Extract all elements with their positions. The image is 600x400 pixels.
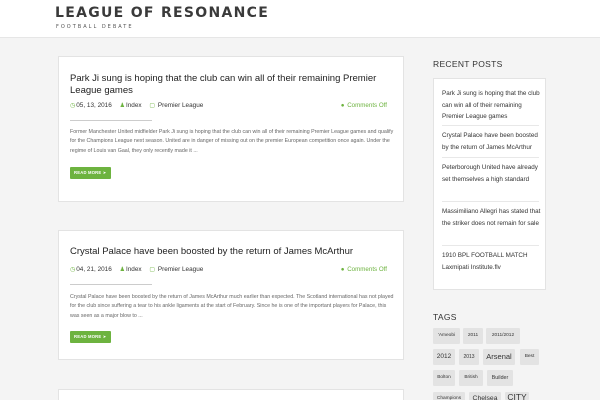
post-author[interactable]: ♟Index (120, 266, 142, 273)
tag-link[interactable]: 2011 (463, 328, 483, 344)
post-comments-text[interactable]: Comments Off (347, 102, 387, 109)
tag-link[interactable]: Champions (433, 392, 465, 400)
recent-post-separator (442, 245, 539, 246)
tag-link[interactable]: Bolton (433, 370, 455, 386)
post-category-text[interactable]: Premier League (158, 102, 203, 109)
post-meta: ◷04, 21, 2016 ♟Index ▢ Premier League (70, 266, 209, 273)
recent-post-link[interactable]: 1910 BPL FOOTBALL MATCH Laxmipati Instit… (442, 250, 542, 273)
recent-post-link[interactable]: Peterborough United have already set the… (442, 162, 542, 185)
post-date: ◷04, 21, 2016 (70, 266, 112, 273)
clock-icon: ◷ (70, 103, 76, 109)
post-title[interactable]: Crystal Palace have been boosted by the … (70, 246, 400, 258)
recent-posts-heading: RECENT POSTS (433, 59, 503, 69)
clock-icon: ◷ (70, 267, 76, 273)
tag-link[interactable]: Arsenal (483, 349, 515, 365)
tag-link[interactable]: Builder (487, 370, 513, 386)
user-icon: ♟ (119, 267, 125, 273)
post-divider (70, 120, 152, 121)
post-category[interactable]: ▢ Premier League (149, 266, 203, 273)
recent-post-link[interactable]: Park Ji sung is hoping that the club can… (442, 88, 542, 123)
post-meta: ◷05, 13, 2016 ♟Index ▢ Premier League (70, 102, 209, 109)
post-date-text: 04, 21, 2016 (76, 266, 112, 273)
post-comments-text[interactable]: Comments Off (347, 266, 387, 273)
post-card: Crystal Palace have been boosted by the … (58, 230, 404, 360)
recent-post-separator (442, 201, 539, 202)
post-author[interactable]: ♟Index (120, 102, 142, 109)
site-header: LEAGUE OF RESONANCE FOOTBALL DEBATE (0, 0, 600, 38)
post-excerpt: Former Manchester United midfielder Park… (70, 129, 394, 154)
comment-icon: ● (340, 102, 345, 109)
tag-link[interactable]: CITY (505, 392, 529, 400)
site-tagline: FOOTBALL DEBATE (56, 24, 134, 30)
tag-link[interactable]: British (459, 370, 483, 386)
post-category-text[interactable]: Premier League (158, 266, 203, 273)
post-comments[interactable]: ● Comments Off (341, 102, 387, 109)
tag-link[interactable]: 2012 (433, 349, 455, 365)
tag-link[interactable]: 'Ameobi (433, 328, 460, 344)
post-date: ◷05, 13, 2016 (70, 102, 112, 109)
comment-icon: ● (340, 266, 345, 273)
recent-posts-list: Park Ji sung is hoping that the club can… (433, 78, 546, 290)
post-title[interactable]: Park Ji sung is hoping that the club can… (70, 73, 400, 96)
recent-post-separator (442, 157, 539, 158)
site-title[interactable]: LEAGUE OF RESONANCE (55, 5, 269, 21)
folder-icon: ▢ (149, 267, 156, 273)
read-more-label: READ MORE (74, 170, 102, 175)
post-card (58, 389, 404, 400)
read-more-button[interactable]: READ MORE ➤ (70, 167, 111, 179)
tag-link[interactable]: Chelsea (469, 392, 501, 400)
post-excerpt: Crystal Palace have been boosted by the … (70, 294, 394, 319)
recent-post-link[interactable]: Massimiliano Allegri has stated that the… (442, 206, 542, 229)
read-more-button[interactable]: READ MORE ➤ (70, 331, 111, 343)
post-card: Park Ji sung is hoping that the club can… (58, 56, 404, 202)
recent-post-separator (442, 125, 539, 126)
folder-icon: ▢ (149, 103, 156, 109)
recent-post-link[interactable]: Crystal Palace have been boosted by the … (442, 130, 542, 153)
post-date-text: 05, 13, 2016 (76, 102, 112, 109)
read-more-label: READ MORE (74, 334, 102, 339)
tag-link[interactable]: Best (520, 349, 539, 365)
circle-arrow-icon: ➤ (102, 170, 107, 175)
tag-link[interactable]: 2013 (459, 349, 479, 365)
post-comments[interactable]: ● Comments Off (341, 266, 387, 273)
post-author-text[interactable]: Index (126, 102, 142, 109)
post-category[interactable]: ▢ Premier League (149, 102, 203, 109)
tag-link[interactable]: 2011/2012 (486, 328, 520, 344)
post-author-text[interactable]: Index (126, 266, 142, 273)
circle-arrow-icon: ➤ (102, 334, 107, 339)
tags-heading: TAGS (433, 312, 457, 322)
post-divider (70, 284, 152, 285)
user-icon: ♟ (119, 103, 125, 109)
